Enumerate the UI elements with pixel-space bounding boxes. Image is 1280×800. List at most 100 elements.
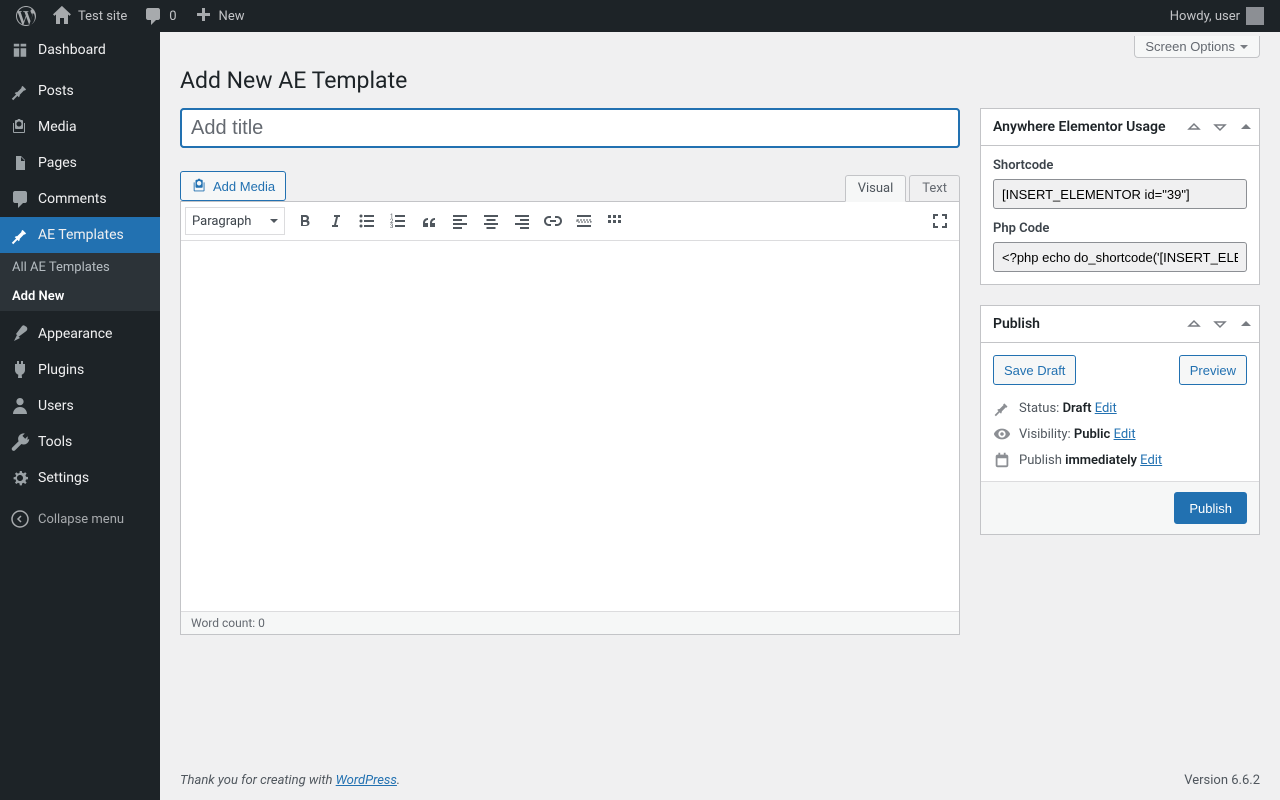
word-count: Word count: 0 [181,611,959,634]
link-button[interactable] [538,206,568,236]
format-label: Paragraph [192,214,251,229]
avatar [1246,7,1264,25]
site-name-label: Test site [78,9,127,24]
publish-metabox: Publish Save Draft Preview [980,305,1260,535]
pin-icon [10,225,30,245]
publish-button[interactable]: Publish [1174,492,1247,524]
add-media-button[interactable]: Add Media [180,171,286,201]
footer-thank: Thank you for creating with [180,773,336,788]
tab-visual[interactable]: Visual [845,175,907,202]
settings-icon [10,468,30,488]
align-center-button[interactable] [476,206,506,236]
usage-metabox: Anywhere Elementor Usage Shortcode Php C… [980,108,1260,285]
italic-button[interactable] [321,206,351,236]
sidebar-item-posts[interactable]: Posts [0,73,160,109]
sidebar-item-label: Comments [38,191,107,207]
appearance-icon [10,324,30,344]
admin-bar: Test site 0 New Howdy, user [0,0,1280,32]
blockquote-button[interactable] [414,206,444,236]
comment-icon [10,189,30,209]
footer-version: Version 6.6.2 [1184,773,1260,788]
toggle-button[interactable] [1233,311,1259,337]
plugin-icon [10,360,30,380]
publish-edit-link[interactable]: Edit [1140,453,1162,468]
sidebar-item-settings[interactable]: Settings [0,460,160,496]
bullet-list-button[interactable] [352,206,382,236]
screen-options-label: Screen Options [1145,39,1235,54]
move-up-button[interactable] [1181,114,1207,140]
main-content: Screen Options Add New AE Template Add M… [160,32,1280,800]
wordpress-icon [16,6,36,26]
sidebar-item-label: Dashboard [38,42,106,58]
title-input[interactable] [180,108,960,148]
page-title: Add New AE Template [180,58,1260,98]
visibility-icon [993,425,1011,443]
move-down-button[interactable] [1207,114,1233,140]
sidebar-item-label: Tools [38,434,72,450]
visibility-edit-link[interactable]: Edit [1114,427,1136,442]
save-draft-button[interactable]: Save Draft [993,355,1076,385]
format-select[interactable]: Paragraph [185,207,285,235]
new-label: New [219,9,245,24]
move-up-button[interactable] [1181,311,1207,337]
status-edit-link[interactable]: Edit [1095,401,1117,416]
comments-menu[interactable]: 0 [135,0,184,32]
publish-schedule-label: Publish [1019,453,1062,468]
publish-title: Publish [981,306,1181,342]
submenu-all-templates[interactable]: All AE Templates [0,253,160,282]
move-down-button[interactable] [1207,311,1233,337]
sidebar-item-label: Media [38,119,77,135]
align-left-button[interactable] [445,206,475,236]
calendar-icon [993,451,1011,469]
sidebar-item-label: Users [38,398,74,414]
sidebar-item-pages[interactable]: Pages [0,145,160,181]
account-menu[interactable]: Howdy, user [1162,0,1272,32]
sidebar-item-label: Settings [38,470,89,486]
sidebar-item-plugins[interactable]: Plugins [0,352,160,388]
toggle-button[interactable] [1233,114,1259,140]
tools-icon [10,432,30,452]
fullscreen-button[interactable] [925,206,955,236]
wp-logo-menu[interactable] [8,0,44,32]
number-list-button[interactable]: 123 [383,206,413,236]
submenu-add-new[interactable]: Add New [0,282,160,311]
plus-icon [193,6,213,26]
sidebar-item-users[interactable]: Users [0,388,160,424]
screen-options-wrap: Screen Options [1134,36,1260,58]
php-input[interactable] [993,242,1247,272]
sidebar-item-dashboard[interactable]: Dashboard [0,32,160,68]
sidebar-item-label: AE Templates [38,227,124,243]
sidebar-item-media[interactable]: Media [0,109,160,145]
user-icon [10,396,30,416]
tab-text[interactable]: Text [909,175,960,201]
shortcode-input[interactable] [993,179,1247,209]
visibility-value: Public [1074,427,1110,442]
add-media-label: Add Media [213,179,275,194]
screen-options-button[interactable]: Screen Options [1134,36,1260,58]
footer-wordpress-link[interactable]: WordPress [336,773,397,788]
preview-button[interactable]: Preview [1179,355,1247,385]
visibility-label: Visibility: [1019,427,1071,442]
status-value: Draft [1063,401,1092,416]
sidebar-item-comments[interactable]: Comments [0,181,160,217]
new-content-menu[interactable]: New [185,0,253,32]
editor-toolbar: Paragraph 123 [181,202,959,241]
editor-canvas[interactable] [181,241,959,611]
home-icon [52,6,72,26]
sidebar-item-appearance[interactable]: Appearance [0,316,160,352]
status-label: Status: [1019,401,1059,416]
readmore-button[interactable] [569,206,599,236]
comment-icon [143,6,163,26]
site-name-menu[interactable]: Test site [44,0,135,32]
collapse-label: Collapse menu [38,512,124,527]
sidebar-item-label: Pages [38,155,77,171]
triangle-down-icon [1239,42,1249,52]
toolbar-toggle-button[interactable] [600,206,630,236]
comment-count: 0 [169,9,176,24]
collapse-menu[interactable]: Collapse menu [0,501,160,537]
align-right-button[interactable] [507,206,537,236]
sidebar-item-tools[interactable]: Tools [0,424,160,460]
sidebar-item-ae-templates[interactable]: AE Templates [0,217,160,253]
bold-button[interactable] [290,206,320,236]
pin-icon [10,81,30,101]
